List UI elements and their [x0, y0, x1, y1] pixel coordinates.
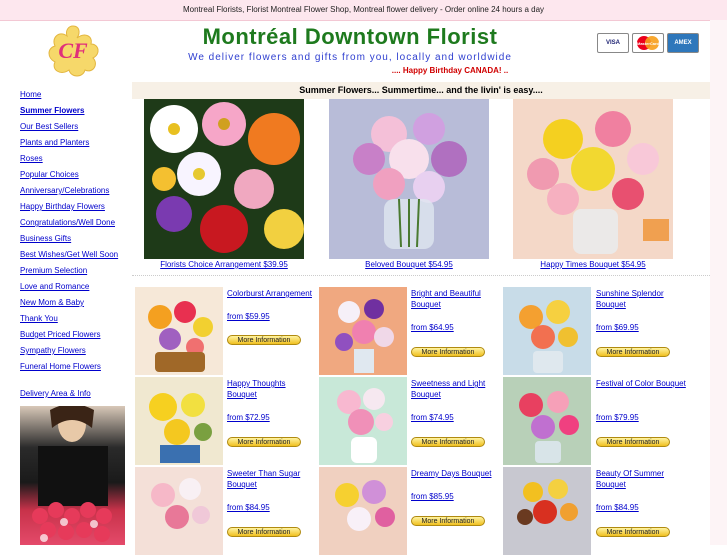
sidebar-item-thank-you[interactable]: Thank You — [20, 314, 118, 330]
amex-card-icon: AMEX — [667, 33, 699, 53]
more-info-button[interactable]: More Information — [411, 437, 485, 447]
more-info-button[interactable]: More Information — [411, 516, 485, 526]
featured-caption-1[interactable]: Florists Choice Arrangement $39.95 — [129, 260, 319, 269]
product-price[interactable]: from $84.95 — [227, 503, 270, 512]
florist-photo — [20, 404, 125, 545]
featured-caption-2[interactable]: Beloved Bouquet $54.95 — [314, 260, 504, 269]
product-name[interactable]: Festival of Color Bouquet — [596, 378, 686, 389]
sidebar-item-sympathy[interactable]: Sympathy Flowers — [20, 346, 118, 362]
product-price[interactable]: from $64.95 — [411, 323, 454, 332]
sidebar-nav: Home Summer Flowers Our Best Sellers Pla… — [20, 90, 118, 378]
product-name[interactable]: Bright and Beautiful Bouquet — [411, 288, 501, 310]
top-banner-text: Montreal Florists, Florist Montreal Flow… — [182, 5, 545, 14]
tagline: We deliver flowers and gifts from you, l… — [188, 52, 512, 63]
sidebar-item-funeral[interactable]: Funeral Home Flowers — [20, 362, 118, 378]
colorburst-arrangement-image[interactable] — [135, 287, 223, 375]
more-info-button[interactable]: More Information — [411, 347, 485, 357]
product-name[interactable]: Colorburst Arrangement — [227, 288, 317, 299]
sidebar-item-love[interactable]: Love and Romance — [20, 282, 118, 298]
sidebar-item-roses[interactable]: Roses — [20, 154, 118, 170]
florist-figure-icon — [32, 404, 112, 542]
sidebar-item-get-well[interactable]: Best Wishes/Get Well Soon — [20, 250, 118, 266]
product-price[interactable]: from $74.95 — [411, 413, 454, 422]
featured-caption-3[interactable]: Happy Times Bouquet $54.95 — [498, 260, 688, 269]
product-price[interactable]: from $72.95 — [227, 413, 270, 422]
more-info-button[interactable]: More Information — [227, 335, 301, 345]
mastercard-icon: MasterCard — [632, 33, 664, 53]
sidebar-item-popular[interactable]: Popular Choices — [20, 170, 118, 186]
beloved-bouquet-image[interactable] — [329, 99, 489, 259]
sidebar-item-plants[interactable]: Plants and Planters — [20, 138, 118, 154]
product-price[interactable]: from $79.95 — [596, 413, 639, 422]
product-name[interactable]: Dreamy Days Bouquet — [411, 468, 501, 479]
visa-card-icon: VISA — [597, 33, 629, 53]
sidebar-item-birthday[interactable]: Happy Birthday Flowers — [20, 202, 118, 218]
mastercard-label: MasterCard — [637, 41, 660, 46]
product-price[interactable]: from $84.95 — [596, 503, 639, 512]
sidebar-item-budget[interactable]: Budget Priced Flowers — [20, 330, 118, 346]
sidebar-item-congratulations[interactable]: Congratulations/Well Done — [20, 218, 118, 234]
section-heading: Summer Flowers... Summertime... and the … — [132, 82, 710, 99]
delivery-info-link[interactable]: Delivery Area & Info — [20, 389, 91, 398]
sweeter-than-sugar-image[interactable] — [135, 467, 223, 555]
logo-icon[interactable]: CF — [43, 22, 103, 78]
festival-of-color-image[interactable] — [503, 377, 591, 465]
sidebar-item-new-mom[interactable]: New Mom & Baby — [20, 298, 118, 314]
sidebar-item-best-sellers[interactable]: Our Best Sellers — [20, 122, 118, 138]
right-margin — [710, 20, 727, 545]
product-price[interactable]: from $69.95 — [596, 323, 639, 332]
product-price[interactable]: from $59.95 — [227, 312, 270, 321]
product-name[interactable]: Happy Thoughts Bouquet — [227, 378, 317, 400]
sunshine-splendor-image[interactable] — [503, 287, 591, 375]
sidebar-item-summer-flowers[interactable]: Summer Flowers — [20, 106, 118, 122]
product-name[interactable]: Sweeter Than Sugar Bouquet — [227, 468, 317, 490]
more-info-button[interactable]: More Information — [227, 437, 301, 447]
top-banner: Montreal Florists, Florist Montreal Flow… — [0, 0, 727, 21]
more-info-button[interactable]: More Information — [596, 347, 670, 357]
sweetness-and-light-image[interactable] — [319, 377, 407, 465]
product-price[interactable]: from $85.95 — [411, 492, 454, 501]
florists-choice-image[interactable] — [144, 99, 304, 259]
beauty-of-summer-image[interactable] — [503, 467, 591, 555]
more-info-button[interactable]: More Information — [596, 437, 670, 447]
product-name[interactable]: Sunshine Splendor Bouquet — [596, 288, 686, 310]
logo-letters: CF — [58, 38, 88, 63]
sidebar-item-business[interactable]: Business Gifts — [20, 234, 118, 250]
birthday-message: .... Happy Birthday CANADA! .. — [391, 66, 509, 75]
sidebar-item-anniversary[interactable]: Anniversary/Celebrations — [20, 186, 118, 202]
divider — [132, 275, 710, 276]
happy-times-bouquet-image[interactable] — [513, 99, 673, 259]
bright-and-beautiful-image[interactable] — [319, 287, 407, 375]
more-info-button[interactable]: More Information — [596, 527, 670, 537]
more-info-button[interactable]: More Information — [227, 527, 301, 537]
mastercard-circles-icon: MasterCard — [637, 36, 660, 50]
sidebar-item-home[interactable]: Home — [20, 90, 118, 106]
product-name[interactable]: Sweetness and Light Bouquet — [411, 378, 501, 400]
sidebar-item-premium[interactable]: Premium Selection — [20, 266, 118, 282]
product-name[interactable]: Beauty Of Summer Bouquet — [596, 468, 686, 490]
happy-thoughts-image[interactable] — [135, 377, 223, 465]
payment-cards: VISA MasterCard AMEX — [597, 33, 699, 55]
dreamy-days-image[interactable] — [319, 467, 407, 555]
site-title: Montréal Downtown Florist — [202, 24, 498, 49]
